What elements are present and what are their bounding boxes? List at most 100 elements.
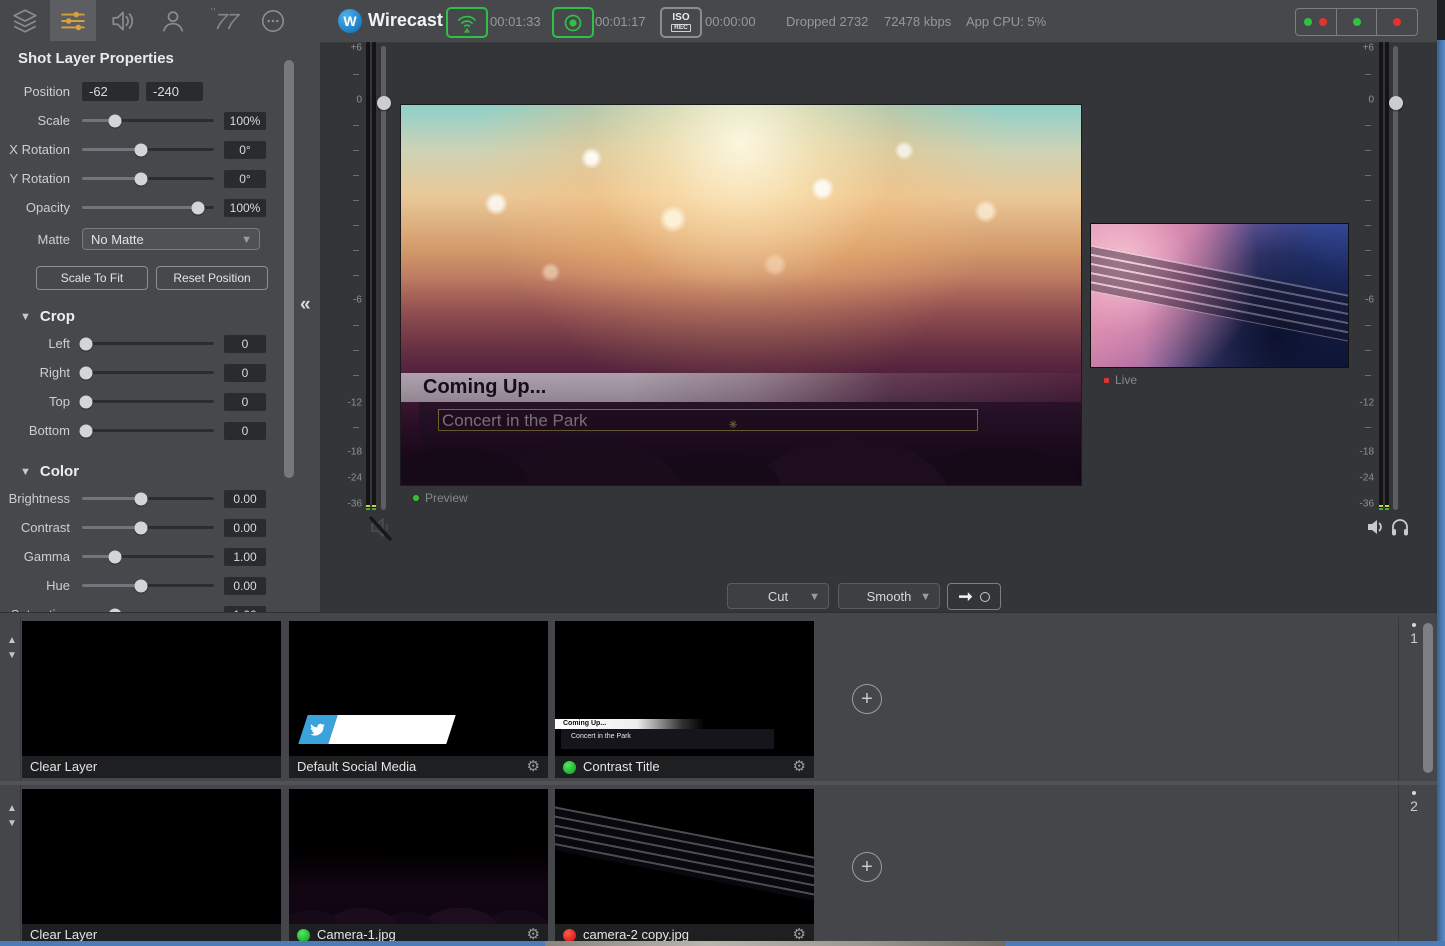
slider-thumb[interactable] [135, 143, 148, 156]
slider-value[interactable]: 0 [224, 393, 266, 411]
transition-2-dropdown[interactable]: Smooth ▼ [838, 583, 940, 609]
left-volume-handle[interactable] [377, 96, 391, 110]
shot-thumbnail[interactable] [22, 621, 281, 756]
slider-value[interactable]: 0 [224, 335, 266, 353]
more-icon[interactable] [250, 0, 296, 41]
color-section-header[interactable]: ▼ Color [20, 463, 320, 480]
slider-value[interactable]: 1.00 [224, 548, 266, 566]
slider-fill [82, 206, 198, 209]
shot-tile[interactable]: Clear Layer [22, 789, 281, 941]
indicator-record[interactable] [1377, 9, 1417, 35]
slider-track[interactable] [82, 177, 214, 180]
slider-thumb[interactable] [79, 366, 92, 379]
slider-thumb[interactable] [135, 492, 148, 505]
preview-canvas[interactable]: Coming Up... Concert in the Park ✳ [400, 104, 1082, 486]
slider-track[interactable] [82, 429, 214, 432]
add-shot-button[interactable]: + [852, 852, 882, 882]
app-title: Wirecast [368, 10, 443, 31]
caption-text-box[interactable]: Concert in the Park ✳ [438, 409, 978, 431]
reset-position-button[interactable]: Reset Position [156, 266, 268, 290]
shot-thumbnail[interactable]: Coming Up... Concert in the Park [555, 621, 814, 756]
indicator-stream-record[interactable] [1296, 9, 1337, 35]
slider-value[interactable]: 0 [224, 364, 266, 382]
slider-track[interactable] [82, 206, 214, 209]
title-banner[interactable]: Coming Up... [401, 373, 1081, 402]
slider-thumb[interactable] [192, 201, 205, 214]
slider-track[interactable] [82, 119, 214, 122]
shot-thumbnail[interactable] [289, 621, 548, 756]
crop-section-header[interactable]: ▼ Crop [20, 308, 320, 325]
stream-button[interactable] [446, 7, 488, 38]
slider-track[interactable] [82, 497, 214, 500]
add-shot-button[interactable]: + [852, 684, 882, 714]
slider-thumb[interactable] [135, 172, 148, 185]
slider-thumb[interactable] [109, 114, 122, 127]
caption-marker-icon[interactable]: ✳ [729, 415, 737, 437]
gear-icon[interactable]: ⚙ [793, 924, 806, 941]
arrow-down-icon[interactable]: ▼ [5, 816, 19, 831]
slider-thumb[interactable] [135, 579, 148, 592]
position-x-field[interactable]: -62 [82, 82, 139, 101]
slider-track[interactable] [82, 400, 214, 403]
go-transition-button[interactable]: ➞ [947, 583, 1001, 610]
slider-thumb[interactable] [79, 337, 92, 350]
audio-icon[interactable] [100, 0, 146, 41]
slider-thumb[interactable] [79, 424, 92, 437]
slider-track[interactable] [82, 148, 214, 151]
arrow-up-icon[interactable]: ▲ [5, 633, 19, 648]
layer-row-separator[interactable] [0, 781, 1437, 785]
slider-value[interactable]: 100% [224, 112, 266, 130]
muted-speaker-icon[interactable] [366, 512, 396, 544]
slider-value[interactable]: 0° [224, 141, 266, 159]
transition-1-dropdown[interactable]: Cut ▼ [727, 583, 829, 609]
shot-tile[interactable]: Coming Up... Concert in the Park Contras… [555, 621, 814, 778]
db-scale-tick [1365, 250, 1371, 251]
red-status-dot-icon [563, 929, 576, 942]
gear-icon[interactable]: ⚙ [527, 756, 540, 778]
slider-value[interactable]: 0.00 [224, 519, 266, 537]
left-volume-slider[interactable] [381, 46, 386, 510]
record-button[interactable] [552, 7, 594, 38]
slider-value[interactable]: 0 [224, 422, 266, 440]
right-volume-slider[interactable] [1393, 46, 1398, 510]
slider-thumb[interactable] [135, 521, 148, 534]
shot-tile[interactable]: Clear Layer [22, 621, 281, 778]
guest-icon[interactable] [150, 0, 196, 41]
headphones-icon[interactable] [1390, 516, 1410, 537]
shot-thumbnail[interactable] [289, 789, 548, 924]
arrow-down-icon[interactable]: ▼ [5, 648, 19, 663]
slider-value[interactable]: 0.00 [224, 577, 266, 595]
matte-dropdown[interactable]: No Matte▼ [82, 228, 260, 250]
slider-value[interactable]: 100% [224, 199, 266, 217]
slider-track[interactable] [82, 371, 214, 374]
slider-track[interactable] [82, 584, 214, 587]
indicator-stream[interactable] [1337, 9, 1378, 35]
shot-thumbnail[interactable] [555, 789, 814, 924]
iso-record-button[interactable]: ISO REC [660, 7, 702, 38]
slider-track[interactable] [82, 342, 214, 345]
shot-tile[interactable]: Default Social Media⚙ [289, 621, 548, 778]
arrow-up-icon[interactable]: ▲ [5, 801, 19, 816]
live-output-thumbnail[interactable] [1090, 223, 1349, 368]
slider-value[interactable]: 0.00 [224, 490, 266, 508]
shot-properties-icon[interactable] [50, 0, 96, 41]
slider-thumb[interactable] [109, 550, 122, 563]
position-y-field[interactable]: -240 [146, 82, 203, 101]
shot-tile[interactable]: Camera-1.jpg⚙ [289, 789, 548, 941]
bin-scrollbar[interactable] [1423, 623, 1433, 773]
gear-icon[interactable]: ⚙ [793, 756, 806, 778]
slider-track[interactable] [82, 526, 214, 529]
slider-value[interactable]: 0° [224, 170, 266, 188]
panel-scrollbar[interactable] [284, 60, 294, 478]
speaker-monitor-icon[interactable] [1366, 517, 1386, 537]
layers-icon[interactable] [2, 0, 48, 41]
replay-icon[interactable]: ''77 [200, 0, 246, 41]
right-volume-handle[interactable] [1389, 96, 1403, 110]
slider-thumb[interactable] [79, 395, 92, 408]
slider-track[interactable] [82, 555, 214, 558]
shot-thumbnail[interactable] [22, 789, 281, 924]
collapse-panel-button[interactable]: « [300, 294, 311, 316]
gear-icon[interactable]: ⚙ [527, 924, 540, 941]
scale-to-fit-button[interactable]: Scale To Fit [36, 266, 148, 290]
shot-tile[interactable]: camera-2 copy.jpg⚙ [555, 789, 814, 941]
